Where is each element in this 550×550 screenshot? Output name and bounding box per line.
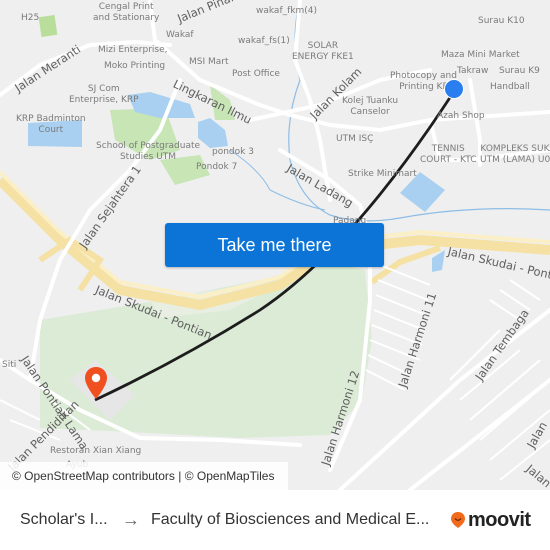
origin-dot-icon[interactable]: [444, 79, 464, 99]
place-label: Siti: [2, 360, 17, 370]
map[interactable]: Cengal Print and Stationary H25 wakaf_fkm(4…: [0, 0, 550, 490]
map-attribution[interactable]: © OpenStreetMap contributors | © OpenMap…: [0, 462, 288, 490]
place-label: Moko Printing: [104, 61, 166, 71]
place-label: SOLAR ENERGY FKE1: [292, 41, 354, 62]
place-label: School of Postgraduate Studies UTM: [96, 141, 201, 162]
destination-name: Faculty of Biosciences and Medical E...: [151, 511, 430, 528]
place-label: Handball: [490, 82, 530, 92]
place-label: Surau K9: [499, 66, 540, 76]
place-label: pondok 3: [212, 147, 254, 157]
place-label: SJ Com Enterprise, KRP: [69, 84, 139, 105]
place-label: Pondok 7: [196, 162, 238, 172]
place-label: Kolej Tuanku Canselor: [342, 96, 399, 117]
place-label: TENNIS COURT - KTC: [420, 144, 477, 165]
place-label: Strike Minimart: [348, 169, 417, 179]
moovit-logo[interactable]: moovit: [450, 509, 531, 531]
place-label: wakaf_fs(1): [238, 36, 290, 46]
place-label: H25: [21, 13, 40, 23]
moovit-pin-icon: [451, 512, 465, 528]
place-label: Maza Mini Market: [441, 50, 520, 60]
destination-pin-icon[interactable]: [84, 366, 108, 405]
place-label: Restoran Xian Xiang: [50, 446, 142, 456]
place-label: Surau K10: [478, 16, 525, 26]
place-label: Mizi Enterprise,: [98, 45, 168, 55]
take-me-there-button[interactable]: Take me there: [165, 223, 384, 267]
place-label: KRP Badminton Court: [16, 114, 86, 135]
place-label: Post Office: [232, 69, 280, 79]
place-label: UTM ISÇ: [336, 134, 374, 144]
place-label: Azah Shop: [437, 111, 485, 121]
place-label: KOMPLEKS SUKA UTM (LAMA) U01: [480, 144, 550, 165]
place-label: MSI Mart: [189, 57, 229, 67]
moovit-logo-text: moovit: [468, 508, 531, 531]
arrow-right-icon: →: [122, 509, 140, 530]
place-label: wakaf_fkm(4): [256, 6, 318, 16]
origin-stop-name: Scholar's I...: [20, 511, 108, 528]
place-label: Cengal Print and Stationary: [93, 2, 160, 23]
place-label: Takraw: [457, 66, 489, 76]
place-label: Wakaf: [166, 30, 194, 40]
